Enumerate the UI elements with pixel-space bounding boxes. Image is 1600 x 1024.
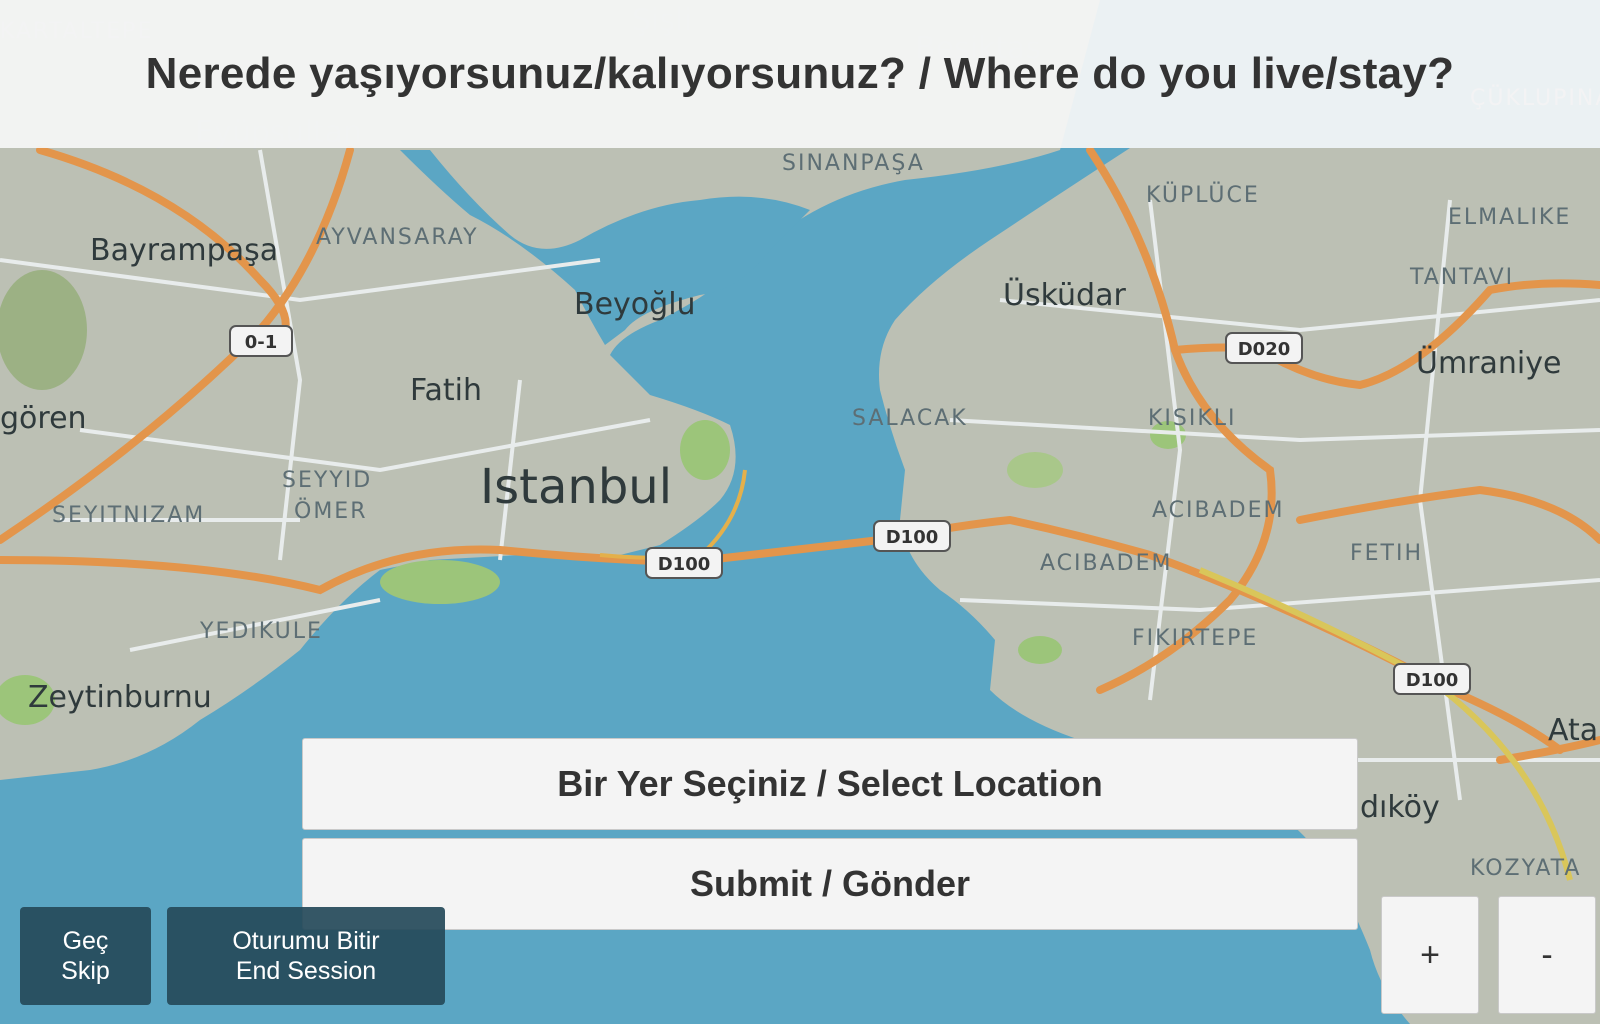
map-label-istanbul: Istanbul [480, 459, 672, 515]
map-label-salacak: SALACAK [852, 406, 968, 431]
map-label-uskudar: Üsküdar [1003, 277, 1126, 313]
map-label-kuplüce: KÜPLÜCE [1146, 182, 1260, 208]
map-label-ayvansaray: AYVANSARAY [316, 225, 479, 250]
park [680, 420, 730, 480]
road-shield-label: D100 [658, 554, 711, 575]
map-label-omer: ÖMER [294, 498, 367, 524]
zoom-in-button[interactable]: + [1381, 896, 1479, 1014]
end-session-label-en: End Session [235, 957, 377, 985]
map-label-bayrampasa: Bayrampaşa [90, 233, 278, 268]
map-label-fetih: FETIH [1350, 541, 1423, 566]
park [380, 560, 500, 604]
park [1018, 636, 1062, 664]
park [1007, 452, 1063, 488]
map-label-seyyid: SEYYID [282, 468, 372, 493]
map-label-yedikule: YEDIKULE [199, 619, 323, 644]
map-label-acibadem: ACIBADEM [1152, 498, 1284, 523]
road-shield-label: 0-1 [245, 332, 278, 353]
question-header: Nerede yaşıyorsunuz/kalıyorsunuz? / Wher… [0, 0, 1600, 148]
road-shield-label: D100 [886, 527, 939, 548]
map-label-sinanpasa: SINANPAŞA [782, 151, 925, 176]
map-label-fikirtepe: FIKIRTEPE [1132, 626, 1258, 651]
map-label-kadikoy: dıköy [1360, 790, 1440, 825]
map-label-beyoglu: Beyoğlu [574, 287, 696, 322]
map-label-acibadem: ACIBADEM [1040, 551, 1172, 576]
park [0, 270, 87, 390]
map-label-ata: Ata [1548, 713, 1598, 748]
map-label-zeytinburnu: Zeytinburnu [28, 680, 212, 715]
map-label-fatih: Fatih [410, 373, 482, 408]
submit-button[interactable]: Submit / Gönder [302, 838, 1358, 930]
select-location-button[interactable]: Bir Yer Seçiniz / Select Location [302, 738, 1358, 830]
road-shield-label: D100 [1406, 670, 1459, 691]
road-shield-label: D020 [1238, 339, 1291, 360]
zoom-out-button[interactable]: - [1498, 896, 1596, 1014]
map-label-tantavi: TANTAVI [1409, 265, 1514, 290]
map-label-seyitnizam: SEYITNIZAM [52, 503, 205, 528]
map-label-goren: gören [0, 401, 87, 436]
skip-label-tr: Geç [62, 927, 109, 955]
question-title: Nerede yaşıyorsunuz/kalıyorsunuz? / Wher… [145, 49, 1455, 98]
map-label-kisikli: KISIKLI [1148, 406, 1237, 431]
map-label-kozyatagi: KOZYATA [1470, 856, 1581, 881]
skip-button[interactable]: Geç Skip [20, 907, 151, 1005]
map-label-umraniye: Ümraniye [1416, 345, 1561, 381]
skip-label-en: Skip [61, 957, 110, 985]
end-session-button[interactable]: Oturumu Bitir End Session [167, 907, 445, 1005]
map-label-elmalike: ELMALIKE [1448, 205, 1571, 230]
end-session-label-tr: Oturumu Bitir [232, 927, 380, 955]
